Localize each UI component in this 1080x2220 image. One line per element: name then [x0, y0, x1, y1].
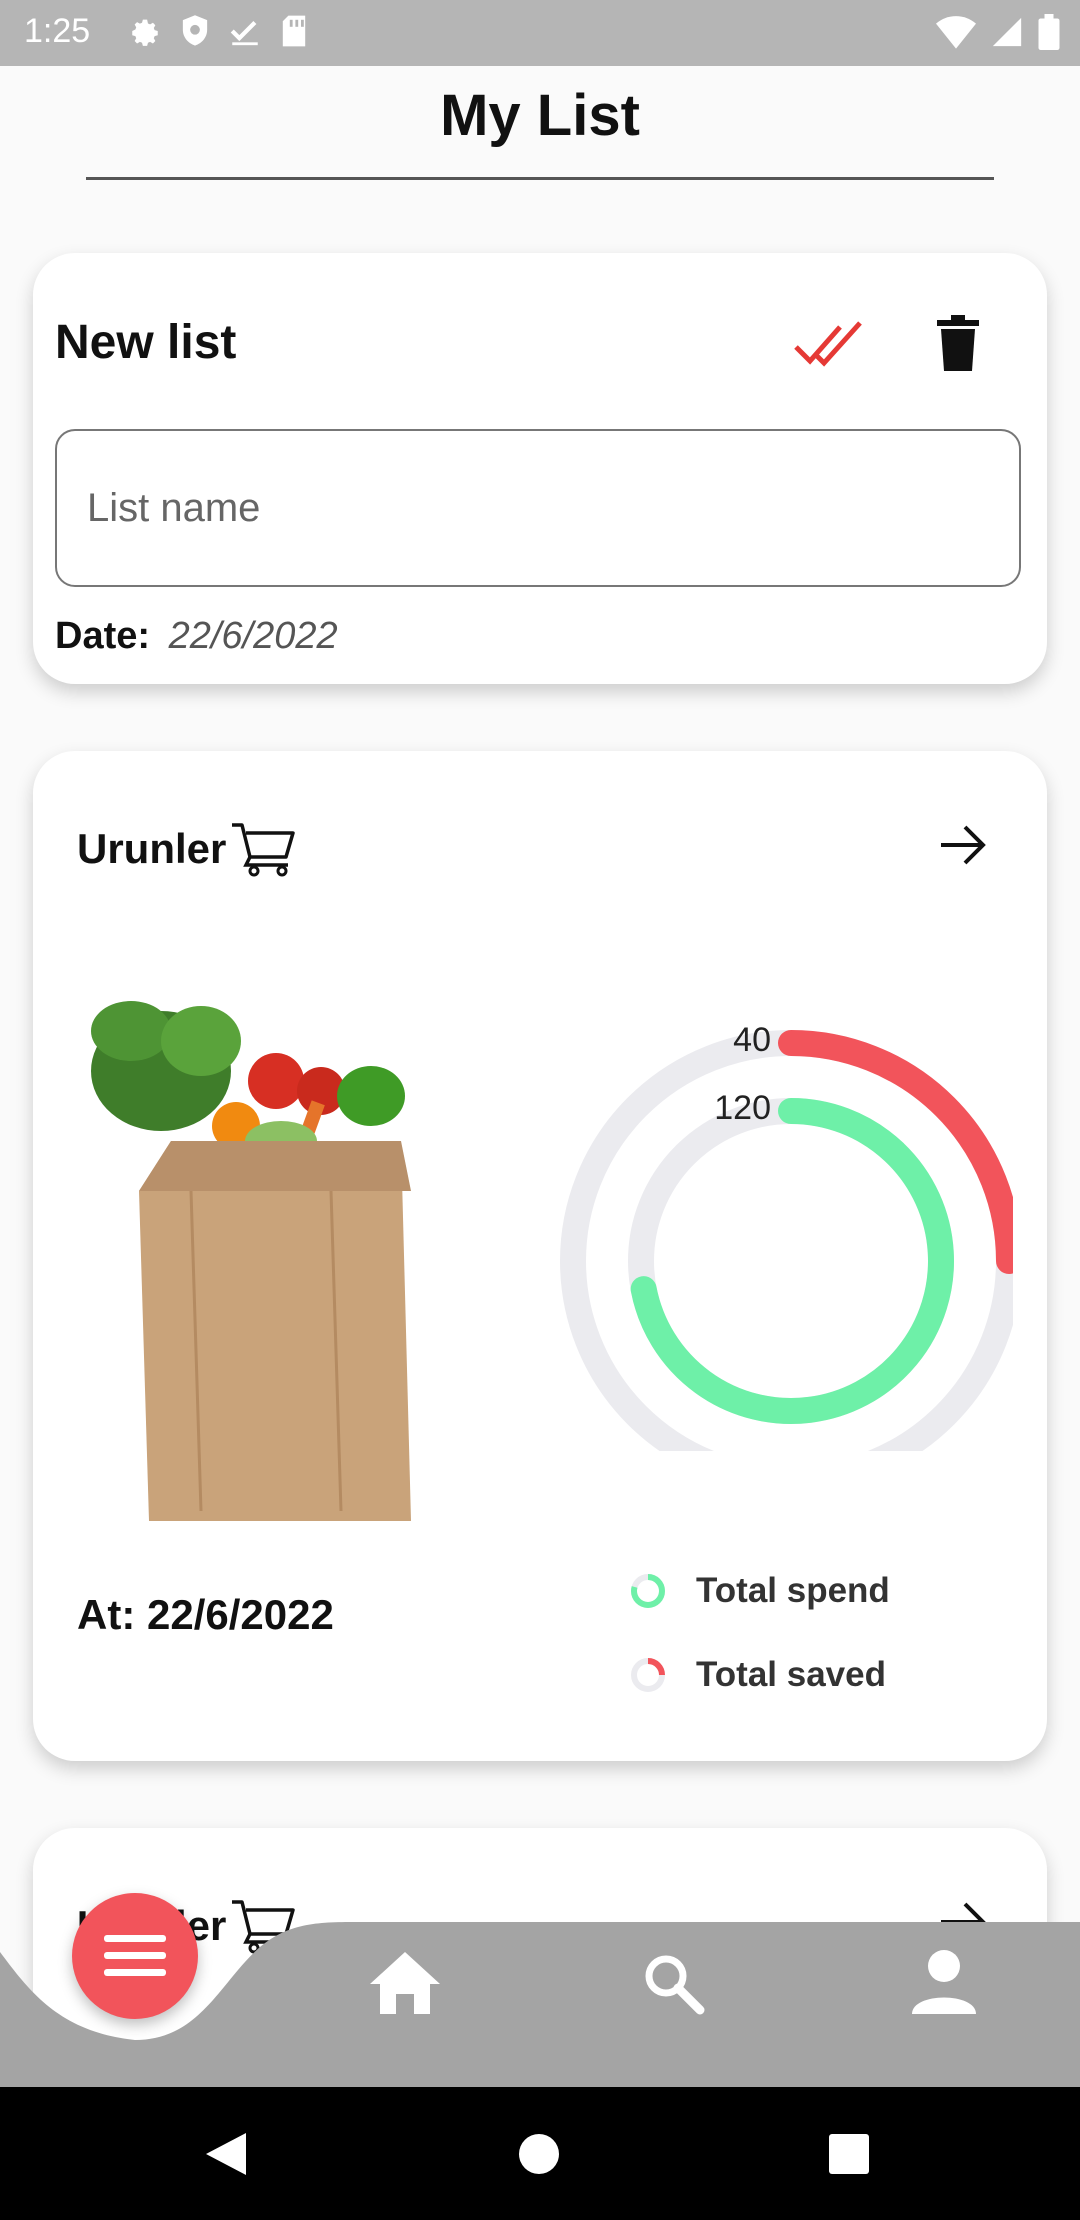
new-list-date: Date: 22/6/2022: [55, 615, 338, 658]
arrow-right-icon[interactable]: [937, 819, 989, 871]
list-name-input[interactable]: [55, 429, 1021, 587]
legend-label: Total saved: [696, 1655, 886, 1694]
date-value: 22/6/2022: [168, 615, 338, 657]
page-title: My List: [440, 83, 640, 148]
menu-fab-button[interactable]: [72, 1893, 198, 2019]
check-icon: [230, 20, 258, 46]
double-check-icon[interactable]: [793, 315, 865, 377]
list-date: At: 22/6/2022: [77, 1591, 334, 1638]
grocery-bag-image: [91, 1001, 411, 1521]
status-bar: 1:25: [0, 0, 1080, 66]
gear-icon: [132, 19, 158, 46]
legend-ring-icon: [631, 1658, 665, 1692]
sd-card-icon: [282, 15, 306, 47]
cart-icon: [232, 823, 296, 877]
list-header: Urunler: [77, 821, 296, 877]
legend-label: Total spend: [696, 1571, 890, 1610]
new-list-title: New list: [55, 316, 237, 369]
inner-value-label: 120: [714, 1089, 771, 1127]
legend-item-saved: Total saved: [628, 1655, 890, 1695]
spend-saved-ring-chart: 40 120: [560, 1021, 1013, 1451]
shopping-list-card[interactable]: Urunler At: 22/6/2022 40 120 Total spend…: [33, 751, 1047, 1761]
menu-icon: [104, 1935, 166, 1976]
system-nav-bar: [0, 2087, 1080, 2220]
signal-icon: [992, 17, 1022, 47]
chart-legend: Total spend Total saved: [628, 1571, 890, 1739]
legend-ring-icon: [631, 1574, 665, 1608]
date-label: Date:: [55, 615, 151, 657]
recents-icon[interactable]: [828, 2133, 870, 2175]
home-circle-icon[interactable]: [518, 2133, 560, 2175]
shield-icon: [182, 15, 208, 46]
legend-item-spend: Total spend: [628, 1571, 890, 1611]
status-time: 1:25: [24, 12, 91, 50]
title-divider: [86, 177, 994, 180]
outer-value-label: 40: [733, 1021, 771, 1059]
back-icon[interactable]: [202, 2131, 248, 2177]
list-name: Urunler: [77, 825, 227, 872]
battery-icon: [1038, 14, 1060, 50]
delete-icon[interactable]: [933, 315, 983, 373]
new-list-card: New list Date: 22/6/2022: [33, 253, 1047, 684]
wifi-icon: [936, 16, 976, 49]
